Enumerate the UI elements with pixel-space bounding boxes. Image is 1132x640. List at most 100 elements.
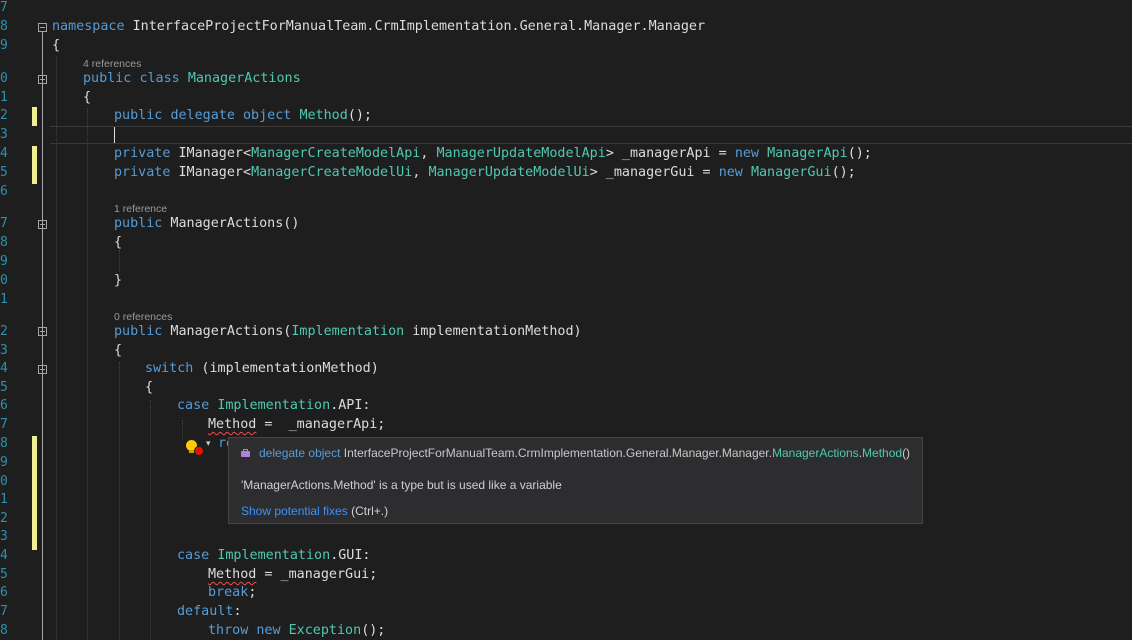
indent-guide xyxy=(87,108,88,640)
error-squiggle-identifier[interactable]: Method xyxy=(208,417,256,432)
indent-guide xyxy=(182,420,183,440)
type-name: Implementation xyxy=(217,548,331,563)
code-line[interactable]: public class ManagerActions xyxy=(83,70,301,88)
keyword: delegate xyxy=(170,108,235,123)
code-line[interactable]: namespace InterfaceProjectForManualTeam.… xyxy=(52,18,705,36)
identifier: (implementationMethod) xyxy=(193,361,379,376)
identifier: > _managerApi = xyxy=(605,146,735,161)
quickinfo-tooltip: delegate object InterfaceProjectForManua… xyxy=(228,437,923,524)
fold-line xyxy=(42,32,43,640)
type-name: ManagerActions xyxy=(187,71,301,86)
line-number: 0 xyxy=(0,71,8,86)
keyword: class xyxy=(139,71,180,86)
code-line[interactable]: { xyxy=(114,342,122,360)
identifier: IManager< xyxy=(170,146,252,161)
line-number: 7 xyxy=(0,417,8,432)
code-line[interactable]: { xyxy=(52,37,60,55)
code-line[interactable]: { xyxy=(83,89,91,107)
keyword: break xyxy=(208,585,249,600)
line-number: 8 xyxy=(0,623,8,638)
text-caret xyxy=(114,127,115,143)
code-line[interactable]: case Implementation.API: xyxy=(177,397,371,415)
line-number: 1 xyxy=(0,292,8,307)
code-line[interactable]: } xyxy=(114,272,122,290)
type-name: Implementation xyxy=(217,398,331,413)
line-number: 6 xyxy=(0,398,8,413)
lightbulb-error-icon[interactable]: ▾ xyxy=(184,438,218,456)
keyword: object xyxy=(243,108,292,123)
line-number: 2 xyxy=(0,108,8,123)
line-number: 1 xyxy=(0,90,8,105)
identifier: InterfaceProjectForManualTeam.CrmImpleme… xyxy=(124,19,706,34)
code-line[interactable]: private IManager<ManagerCreateModelApi, … xyxy=(114,145,872,163)
change-marker xyxy=(32,436,37,550)
fold-toggle[interactable] xyxy=(38,75,47,84)
keyword: throw xyxy=(208,623,249,638)
punct: (); xyxy=(361,623,386,638)
delegate-icon xyxy=(241,449,251,458)
keyword: namespace xyxy=(52,19,125,34)
identifier: = _managerApi; xyxy=(256,417,386,432)
keyword: private xyxy=(114,165,171,180)
type-name: ManagerCreateModelUi xyxy=(251,165,413,180)
code-line[interactable]: switch (implementationMethod) xyxy=(145,360,379,378)
chevron-down-icon[interactable]: ▾ xyxy=(206,439,211,449)
punct: : xyxy=(233,604,242,619)
type-name: Implementation xyxy=(291,324,405,339)
signature-keyword: object xyxy=(308,446,341,460)
fold-toggle[interactable] xyxy=(38,327,47,336)
signature-namespace: InterfaceProjectForManualTeam.CrmImpleme… xyxy=(343,446,772,460)
code-line[interactable]: { xyxy=(145,379,153,397)
line-number: 4 xyxy=(0,548,8,563)
line-number: 2 xyxy=(0,324,8,339)
change-marker xyxy=(32,146,37,184)
punct: ; xyxy=(248,585,257,600)
type-name: ManagerUpdateModelApi xyxy=(436,146,606,161)
keyword: private xyxy=(114,146,171,161)
punct: , xyxy=(420,146,437,161)
code-line[interactable]: Method = _managerApi; xyxy=(208,416,385,434)
error-squiggle-identifier[interactable]: Method xyxy=(208,567,256,582)
signature-paren: () xyxy=(902,446,911,460)
fold-toggle[interactable] xyxy=(38,365,47,374)
keyword: public xyxy=(83,71,132,86)
keyword: public xyxy=(114,108,163,123)
code-line[interactable]: private IManager<ManagerCreateModelUi, M… xyxy=(114,164,856,182)
line-number: 5 xyxy=(0,165,8,180)
code-line[interactable]: { xyxy=(114,234,122,252)
line-number: 3 xyxy=(0,127,8,142)
identifier: .GUI: xyxy=(330,548,371,563)
fold-toggle[interactable] xyxy=(38,23,47,32)
code-line[interactable]: Method = _managerGui; xyxy=(208,566,377,584)
code-line[interactable]: public ManagerActions() xyxy=(114,215,299,233)
code-line[interactable]: case Implementation.GUI: xyxy=(177,547,371,565)
punct: (); xyxy=(847,146,872,161)
error-message: 'ManagerActions.Method' is a type but is… xyxy=(241,478,562,492)
line-number: 0 xyxy=(0,474,8,489)
punct: (); xyxy=(831,165,856,180)
code-line[interactable]: default: xyxy=(177,603,242,621)
code-line[interactable]: public ManagerActions(Implementation imp… xyxy=(114,323,582,341)
line-number: 0 xyxy=(0,273,8,288)
line-number: 9 xyxy=(0,254,8,269)
indent-guide xyxy=(119,250,120,272)
fix-shortcut: (Ctrl+.) xyxy=(351,504,389,518)
keyword: public xyxy=(114,324,163,339)
fix-row: Show potential fixes (Ctrl+.) xyxy=(241,504,388,518)
code-line[interactable]: throw new Exception(); xyxy=(208,622,385,640)
code-line[interactable]: break; xyxy=(208,584,256,602)
fold-toggle[interactable] xyxy=(38,220,47,229)
show-potential-fixes-link[interactable]: Show potential fixes xyxy=(241,504,348,518)
codelens-references[interactable]: 4 references xyxy=(83,57,141,71)
keyword: switch xyxy=(145,361,194,376)
code-line[interactable]: public delegate object Method(); xyxy=(114,107,372,125)
codelens-references[interactable]: 0 references xyxy=(114,310,172,324)
indent-guide xyxy=(119,362,120,640)
signature-keyword: delegate xyxy=(259,446,306,460)
indent-guide xyxy=(150,400,151,640)
line-number: 3 xyxy=(0,343,8,358)
codelens-references[interactable]: 1 reference xyxy=(114,202,167,216)
punct: (); xyxy=(347,108,372,123)
